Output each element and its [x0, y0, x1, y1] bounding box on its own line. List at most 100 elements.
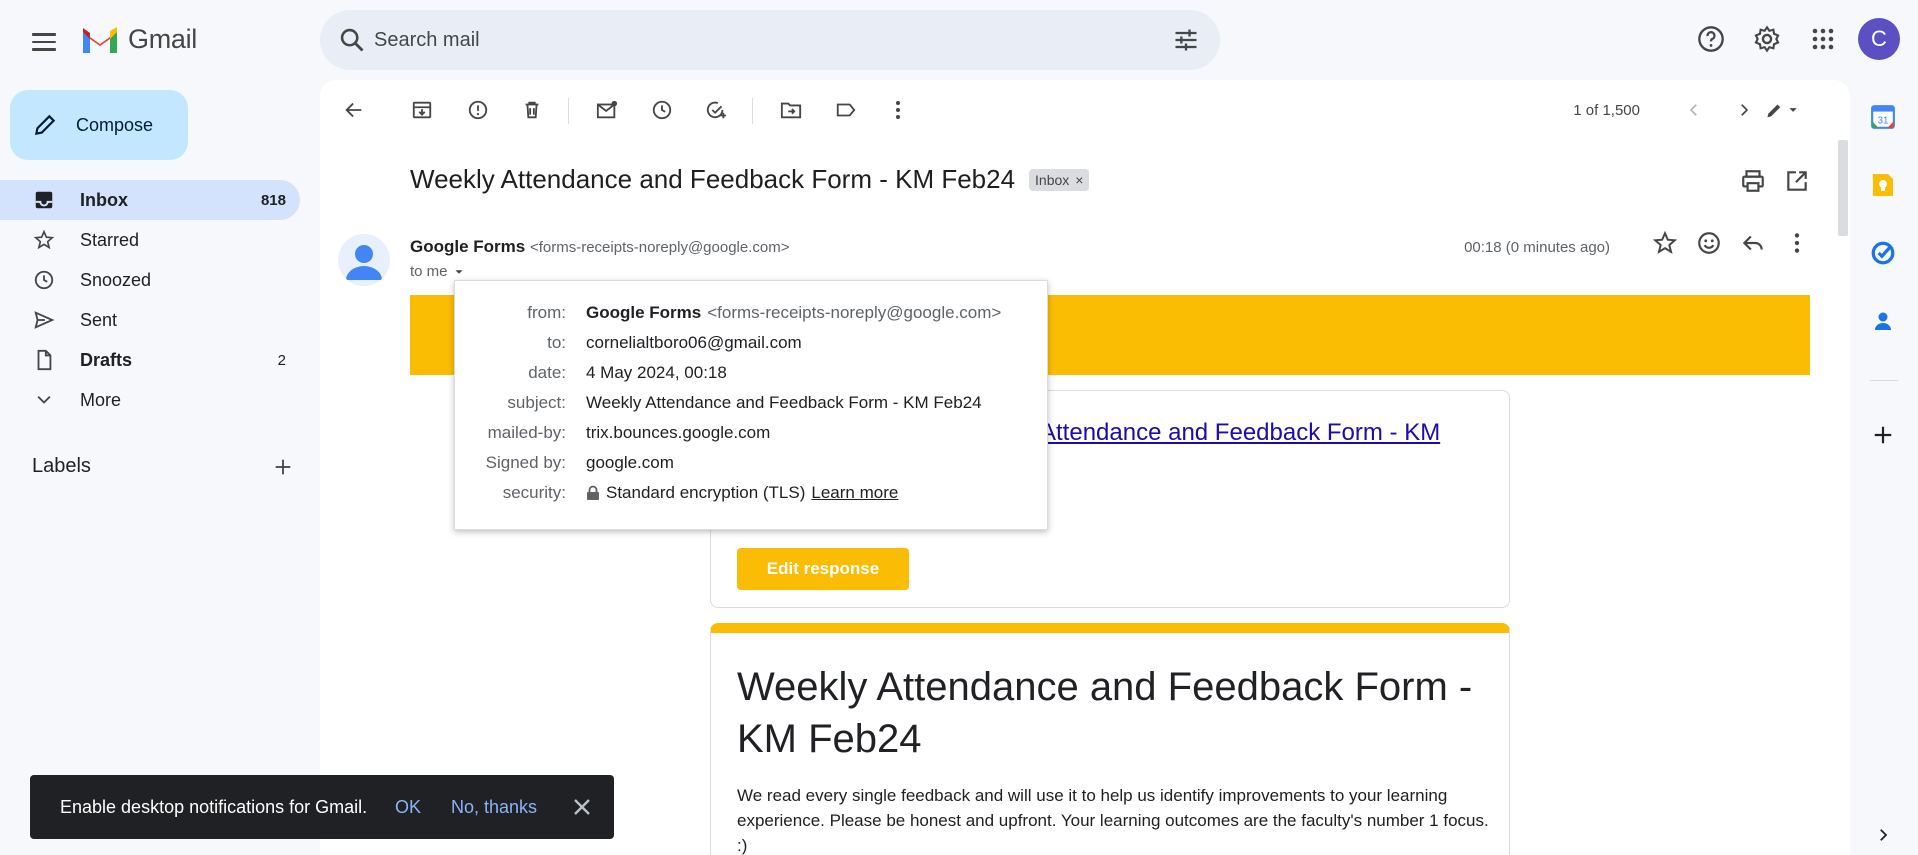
details-label: from: — [527, 303, 566, 322]
top-right-actions: C — [1690, 18, 1900, 60]
form-description: We read every single feedback and will u… — [737, 786, 1489, 855]
emoji-reaction-icon[interactable] — [1696, 230, 1722, 256]
chip-label: Inbox — [1035, 171, 1070, 188]
older-chevron-left-icon[interactable] — [1678, 94, 1710, 126]
close-icon[interactable] — [570, 795, 594, 819]
clock-icon — [32, 268, 56, 292]
compose-label: Compose — [76, 114, 154, 135]
expand-panel-chevron-icon[interactable] — [1868, 820, 1898, 850]
remove-label-icon[interactable]: × — [1075, 172, 1083, 188]
details-label: Signed by: — [485, 453, 566, 472]
sidebar-item-sent[interactable]: Sent — [0, 300, 300, 340]
snackbar-no-thanks-button[interactable]: No, thanks — [451, 797, 537, 818]
add-label-icon[interactable] — [272, 456, 294, 478]
details-label: mailed-by: — [487, 423, 566, 442]
unread-count: 818 — [260, 191, 286, 209]
search-bar[interactable] — [320, 10, 1220, 70]
form-link[interactable]: Attendance and Feedback Form - KM — [1040, 419, 1440, 447]
sidebar-item-inbox[interactable]: Inbox 818 — [0, 180, 300, 220]
details-value: Standard encryption (TLS) Learn more — [586, 483, 898, 503]
form-summary-card: Weekly Attendance and Feedback Form - KM… — [710, 623, 1510, 855]
details-value: 4 May 2024, 00:18 — [586, 363, 727, 382]
svg-text:31: 31 — [1878, 116, 1889, 127]
details-mailed-by-row: mailed-by: trix.bounces.google.com — [455, 421, 1047, 445]
open-in-new-window-icon[interactable] — [1784, 168, 1810, 194]
chevron-down-icon — [32, 388, 56, 412]
search-input[interactable] — [374, 22, 1134, 58]
gmail-logo[interactable]: Gmail — [80, 24, 197, 55]
sidebar-item-drafts[interactable]: Drafts 2 — [0, 340, 300, 380]
delete-trash-icon[interactable] — [516, 94, 548, 126]
labels-section-header: Labels — [32, 455, 294, 478]
details-value: trix.bounces.google.com — [586, 423, 771, 442]
sender-line: Google Forms <forms-receipts-noreply@goo… — [410, 237, 789, 257]
to-line: to me — [410, 263, 448, 280]
message-scrollbar[interactable] — [1836, 140, 1850, 855]
snooze-clock-icon[interactable] — [646, 94, 678, 126]
more-options-icon[interactable] — [882, 94, 914, 126]
snackbar-ok-button[interactable]: OK — [395, 797, 421, 818]
label-tag-icon[interactable] — [830, 94, 862, 126]
menu-line — [32, 48, 56, 51]
details-date-row: date: 4 May 2024, 00:18 — [455, 361, 1047, 385]
contacts-icon[interactable] — [1868, 306, 1898, 336]
settings-gear-icon[interactable] — [1746, 18, 1788, 60]
from-email: <forms-receipts-noreply@google.com> — [707, 303, 1002, 322]
menu-line — [32, 40, 56, 44]
search-options-icon[interactable] — [1172, 26, 1200, 54]
newer-chevron-right-icon[interactable] — [1728, 94, 1760, 126]
report-spam-icon[interactable] — [462, 94, 494, 126]
details-label: security: — [502, 483, 566, 502]
inbox-label-chip: Inbox × — [1029, 168, 1090, 191]
sidebar-nav: Inbox 818 Starred Snoozed Sent Drafts 2 … — [0, 180, 300, 420]
keep-notes-icon[interactable] — [1868, 170, 1898, 200]
main-menu-button[interactable] — [24, 22, 64, 62]
move-to-folder-icon[interactable] — [775, 94, 807, 126]
details-to-row: to: cornelialtboro06@gmail.com — [455, 331, 1047, 355]
scrollbar-thumb[interactable] — [1838, 140, 1848, 236]
sidebar-item-more[interactable]: More — [0, 380, 300, 420]
sidebar-item-starred[interactable]: Starred — [0, 220, 300, 260]
caret-down-icon — [455, 269, 463, 274]
sender-name[interactable]: Google Forms — [410, 237, 525, 256]
details-security-row: security: Standard encryption (TLS) Lear… — [455, 481, 1047, 505]
details-value: Google Forms <forms-receipts-noreply@goog… — [586, 303, 1001, 323]
details-label: to: — [547, 333, 566, 352]
logo-text: Gmail — [128, 24, 198, 54]
sidebar-item-label: Drafts — [80, 349, 133, 370]
sidebar-item-label: Sent — [80, 309, 118, 330]
compose-button[interactable]: Compose — [10, 90, 188, 160]
sender-email: <forms-receipts-noreply@google.com> — [529, 239, 790, 256]
pencil-icon — [34, 114, 56, 136]
reply-icon[interactable] — [1740, 230, 1766, 256]
edit-response-button[interactable]: Edit response — [737, 548, 909, 590]
security-value: Standard encryption (TLS) — [606, 483, 806, 502]
learn-more-link[interactable]: Learn more — [811, 483, 898, 503]
input-tools-pencil-icon[interactable] — [1760, 94, 1806, 126]
email-subject: Weekly Attendance and Feedback Form - KM… — [410, 164, 1016, 194]
star-icon[interactable] — [1652, 230, 1678, 256]
from-name: Google Forms — [586, 303, 702, 322]
add-to-tasks-icon[interactable] — [700, 94, 732, 126]
archive-icon[interactable] — [406, 94, 438, 126]
account-avatar[interactable]: C — [1858, 18, 1900, 60]
apps-grid-icon[interactable] — [1802, 18, 1844, 60]
details-value: google.com — [586, 453, 674, 472]
tasks-icon[interactable] — [1868, 238, 1898, 268]
sidebar-item-snoozed[interactable]: Snoozed — [0, 260, 300, 300]
recipient-details-toggle[interactable]: to me — [410, 263, 466, 280]
get-addons-plus-icon[interactable] — [1868, 420, 1898, 450]
side-panel: 31 — [1850, 80, 1918, 855]
calendar-icon[interactable]: 31 — [1868, 102, 1898, 132]
message-details-popup: from: Google Forms <forms-receipts-norepl… — [454, 280, 1048, 530]
help-icon[interactable] — [1690, 18, 1732, 60]
back-arrow-icon[interactable] — [338, 94, 370, 126]
message-more-icon[interactable] — [1784, 230, 1810, 256]
mark-unread-icon[interactable] — [591, 94, 623, 126]
menu-line — [32, 33, 56, 36]
print-icon[interactable] — [1740, 168, 1766, 194]
details-value: cornelialtboro06@gmail.com — [586, 333, 802, 352]
search-icon[interactable] — [338, 26, 366, 54]
inbox-icon — [32, 188, 56, 212]
email-subject-row: Weekly Attendance and Feedback Form - KM… — [410, 164, 1090, 195]
